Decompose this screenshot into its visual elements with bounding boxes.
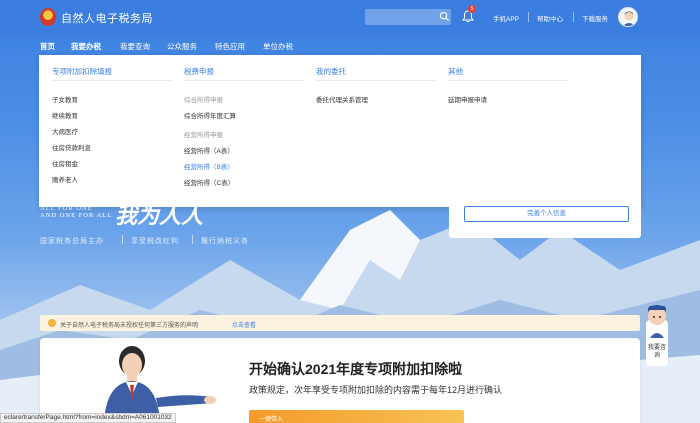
column-divider <box>316 80 436 81</box>
slogan-chinese: 我为人人 <box>115 203 204 229</box>
nav-query[interactable]: 我要查询 <box>120 41 150 52</box>
nav-featured-apps[interactable]: 特色应用 <box>215 41 245 52</box>
notice-text: 关于自然人电子税务局未授权任何第三方服务的声明 <box>60 323 199 329</box>
menu-item-elderly-support[interactable]: 赡养老人 <box>52 174 78 184</box>
group-label-comprehensive-income: 综合所得申报 <box>184 97 223 104</box>
menu-item-continuing-education[interactable]: 继续教育 <box>52 110 78 120</box>
slogan-english-line2: AND ONE FOR ALL <box>40 212 113 219</box>
complete-profile-button[interactable]: 完善个人信息 <box>464 206 629 222</box>
site-title[interactable]: 自然人电子税务局 <box>61 10 153 26</box>
status-bar-url: eclare/transferPage.html?from=index&sbdm… <box>0 413 176 423</box>
tax-handling-dropdown: 专项附加扣除填报 子女教育 继续教育 大病医疗 住房贷款利息 住房租金 赡养老人… <box>39 55 641 207</box>
menu-item-housing-rent[interactable]: 住房租金 <box>52 158 78 168</box>
download-service-link[interactable]: 下载服务 <box>582 13 608 23</box>
nav-home[interactable]: 首页 <box>40 41 55 52</box>
column-title-my-delegation[interactable]: 我的委托 <box>316 66 346 77</box>
column-divider <box>448 80 568 81</box>
tagline-host: 国家税务总局主办 <box>40 238 104 245</box>
menu-item-housing-loan-interest[interactable]: 住房贷款利息 <box>52 142 91 152</box>
notification-badge: 5 <box>468 5 476 13</box>
menu-item-serious-illness[interactable]: 大病医疗 <box>52 126 78 136</box>
search-icon[interactable] <box>439 11 450 22</box>
menu-item-children-education[interactable]: 子女教育 <box>52 94 78 104</box>
column-title-other[interactable]: 其他 <box>448 66 463 77</box>
menu-item-business-income-b[interactable]: 经营所得（B表） <box>184 161 234 171</box>
card-subtitle: 政策规定，次年享受专项附加扣除的内容需于每年12月进行确认 <box>249 385 503 395</box>
nav-unit-tax[interactable]: 单位办税 <box>263 41 293 52</box>
column-divider <box>184 80 304 81</box>
header-divider <box>528 12 529 22</box>
nav-public-service[interactable]: 公众服务 <box>167 41 197 52</box>
notice-icon <box>48 319 56 327</box>
header-divider <box>573 12 574 22</box>
menu-item-business-income-c[interactable]: 经营所得（C表） <box>184 177 234 187</box>
tax-officer-illustration <box>104 346 216 423</box>
consult-label[interactable]: 我要咨询 <box>648 344 666 360</box>
notice-view-link[interactable]: 点击查看 <box>232 320 256 329</box>
slogan-english-line1: ALL FOR ONE <box>40 205 93 212</box>
slogan-english: ALL FOR ONE AND ONE FOR ALL <box>40 205 112 219</box>
one-click-import-label: 一键带入 <box>259 417 284 423</box>
user-avatar[interactable] <box>618 7 638 27</box>
tagline-divider <box>192 235 193 244</box>
help-center-link[interactable]: 帮助中心 <box>537 13 563 23</box>
mobile-app-link[interactable]: 手机APP <box>493 13 519 23</box>
tagline-obligation: 履行纳税义务 <box>201 238 249 245</box>
menu-item-deferred-declaration[interactable]: 延期申报申请 <box>448 94 487 104</box>
tagline-divider <box>122 235 123 244</box>
menu-item-annual-settlement[interactable]: 综合所得年度汇算 <box>184 110 236 120</box>
group-label-business-income: 经营所得申报 <box>184 132 223 139</box>
column-title-special-deduction[interactable]: 专项附加扣除填报 <box>52 66 112 77</box>
column-divider <box>52 80 172 81</box>
menu-item-delegation-management[interactable]: 委托代理关系管理 <box>316 94 368 104</box>
menu-item-business-income-a[interactable]: 经营所得（A表） <box>184 145 234 155</box>
column-title-tax-declaration[interactable]: 税费申报 <box>184 66 214 77</box>
tax-emblem-logo <box>40 8 56 26</box>
tagline-reform: 享受税改红利 <box>131 238 179 245</box>
card-title: 开始确认2021年度专项附加扣除啦 <box>249 361 463 377</box>
